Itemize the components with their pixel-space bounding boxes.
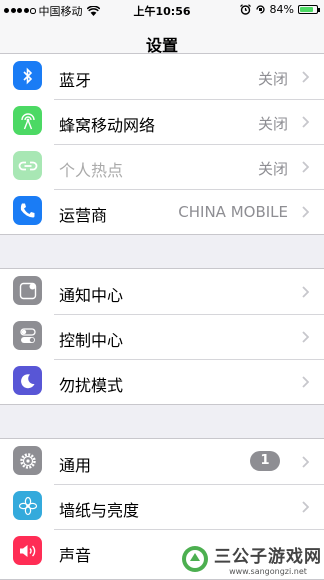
chevron-right-icon bbox=[302, 501, 309, 513]
update-count-badge: 1 bbox=[250, 451, 280, 471]
battery-fill bbox=[300, 7, 313, 12]
settings-row-label: 个人热点 bbox=[59, 161, 124, 180]
settings-row-value: 关闭 bbox=[257, 70, 288, 88]
settings-row-label: 墙纸与亮度 bbox=[59, 501, 140, 520]
settings-row-label: 通用 bbox=[59, 456, 92, 475]
moon-icon bbox=[13, 366, 42, 395]
watermark-name: 三公子游戏网 bbox=[214, 547, 322, 567]
chevron-right-icon bbox=[302, 286, 309, 298]
chevron-right-icon bbox=[302, 376, 309, 388]
watermark-url: www.sangongzi.net bbox=[229, 567, 307, 576]
status-right: 84% bbox=[239, 3, 320, 16]
hotspot-icon bbox=[13, 151, 42, 180]
settings-row-label: 蜂窝移动网络 bbox=[59, 116, 156, 135]
settings-group-connectivity: 蓝牙 关闭 蜂窝移动网络 关闭 个人热点 关闭 运营商 CHINA MOBILE bbox=[0, 53, 324, 235]
settings-row-label: 运营商 bbox=[59, 206, 108, 225]
chevron-right-icon bbox=[302, 456, 309, 468]
speaker-icon bbox=[13, 536, 42, 565]
gear-icon bbox=[13, 446, 42, 475]
control-center-icon bbox=[13, 321, 42, 350]
settings-row-notification-center[interactable]: 通知中心 bbox=[0, 269, 324, 314]
status-bar: 中国移动 上午10:56 84% bbox=[0, 0, 324, 20]
site-watermark: 三公子游戏网 www.sangongzi.net bbox=[180, 542, 322, 576]
chevron-right-icon bbox=[302, 331, 309, 343]
watermark-logo-icon bbox=[182, 546, 208, 572]
battery-icon bbox=[298, 5, 320, 14]
settings-row-carrier[interactable]: 运营商 CHINA MOBILE bbox=[0, 189, 324, 234]
settings-row-label: 勿扰模式 bbox=[59, 376, 124, 395]
bluetooth-icon bbox=[13, 61, 42, 90]
settings-row-label: 控制中心 bbox=[59, 331, 124, 350]
phone-icon bbox=[13, 196, 42, 225]
settings-row-value: 关闭 bbox=[257, 160, 288, 178]
settings-row-label: 通知中心 bbox=[59, 286, 124, 305]
settings-row-bluetooth[interactable]: 蓝牙 关闭 bbox=[0, 54, 324, 99]
chevron-right-icon bbox=[302, 116, 309, 128]
settings-row-general[interactable]: 通用 1 bbox=[0, 439, 324, 484]
watermark-text: 三公子游戏网 www.sangongzi.net bbox=[214, 542, 322, 576]
notification-center-icon bbox=[13, 276, 42, 305]
chevron-right-icon bbox=[302, 161, 309, 173]
settings-row-cellular[interactable]: 蜂窝移动网络 关闭 bbox=[0, 99, 324, 144]
flower-icon bbox=[13, 491, 42, 520]
settings-row-control-center[interactable]: 控制中心 bbox=[0, 314, 324, 359]
battery-percent: 84% bbox=[269, 3, 294, 16]
orientation-lock-icon bbox=[255, 5, 265, 14]
cellular-icon bbox=[13, 106, 42, 135]
settings-row-do-not-disturb[interactable]: 勿扰模式 bbox=[0, 359, 324, 404]
chevron-right-icon bbox=[302, 206, 309, 218]
settings-row-label: 蓝牙 bbox=[59, 71, 92, 90]
settings-group-centers: 通知中心 控制中心 勿扰模式 bbox=[0, 268, 324, 405]
settings-row-label: 声音 bbox=[59, 546, 92, 565]
alarm-icon bbox=[239, 4, 251, 15]
settings-row-wallpaper-brightness[interactable]: 墙纸与亮度 bbox=[0, 484, 324, 529]
chevron-right-icon bbox=[302, 71, 309, 83]
settings-row-value: CHINA MOBILE bbox=[178, 203, 288, 221]
settings-row-value: 关闭 bbox=[257, 115, 288, 133]
settings-row-personal-hotspot[interactable]: 个人热点 关闭 bbox=[0, 144, 324, 189]
